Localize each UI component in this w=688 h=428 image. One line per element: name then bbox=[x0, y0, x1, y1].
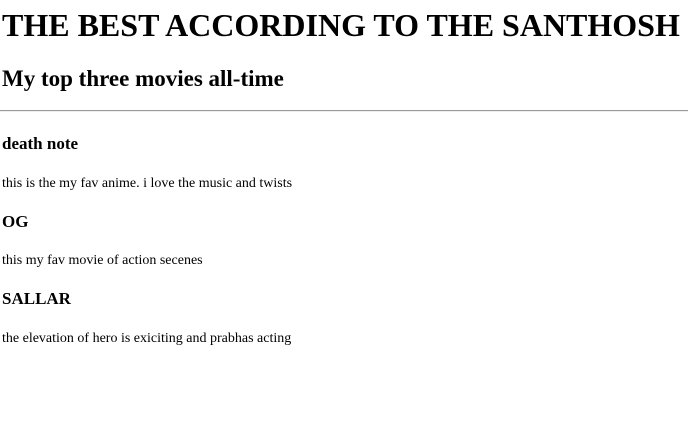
movie-title-sallar: SALLAR bbox=[2, 289, 71, 308]
horizontal-divider bbox=[0, 110, 688, 112]
movie-title-death-note: death note bbox=[2, 134, 79, 153]
movie-description-sallar: the elevation of hero is exiciting and p… bbox=[2, 331, 292, 346]
movie-title-og: OG bbox=[2, 212, 29, 231]
page-title: THE BEST ACCORDING TO THE SANTHOSH bbox=[2, 7, 680, 43]
movie-description-og: this my fav movie of action secenes bbox=[2, 253, 203, 268]
movie-description-death-note: this is the my fav anime. i love the mus… bbox=[2, 176, 293, 191]
page-subtitle: My top three movies all-time bbox=[2, 66, 284, 91]
